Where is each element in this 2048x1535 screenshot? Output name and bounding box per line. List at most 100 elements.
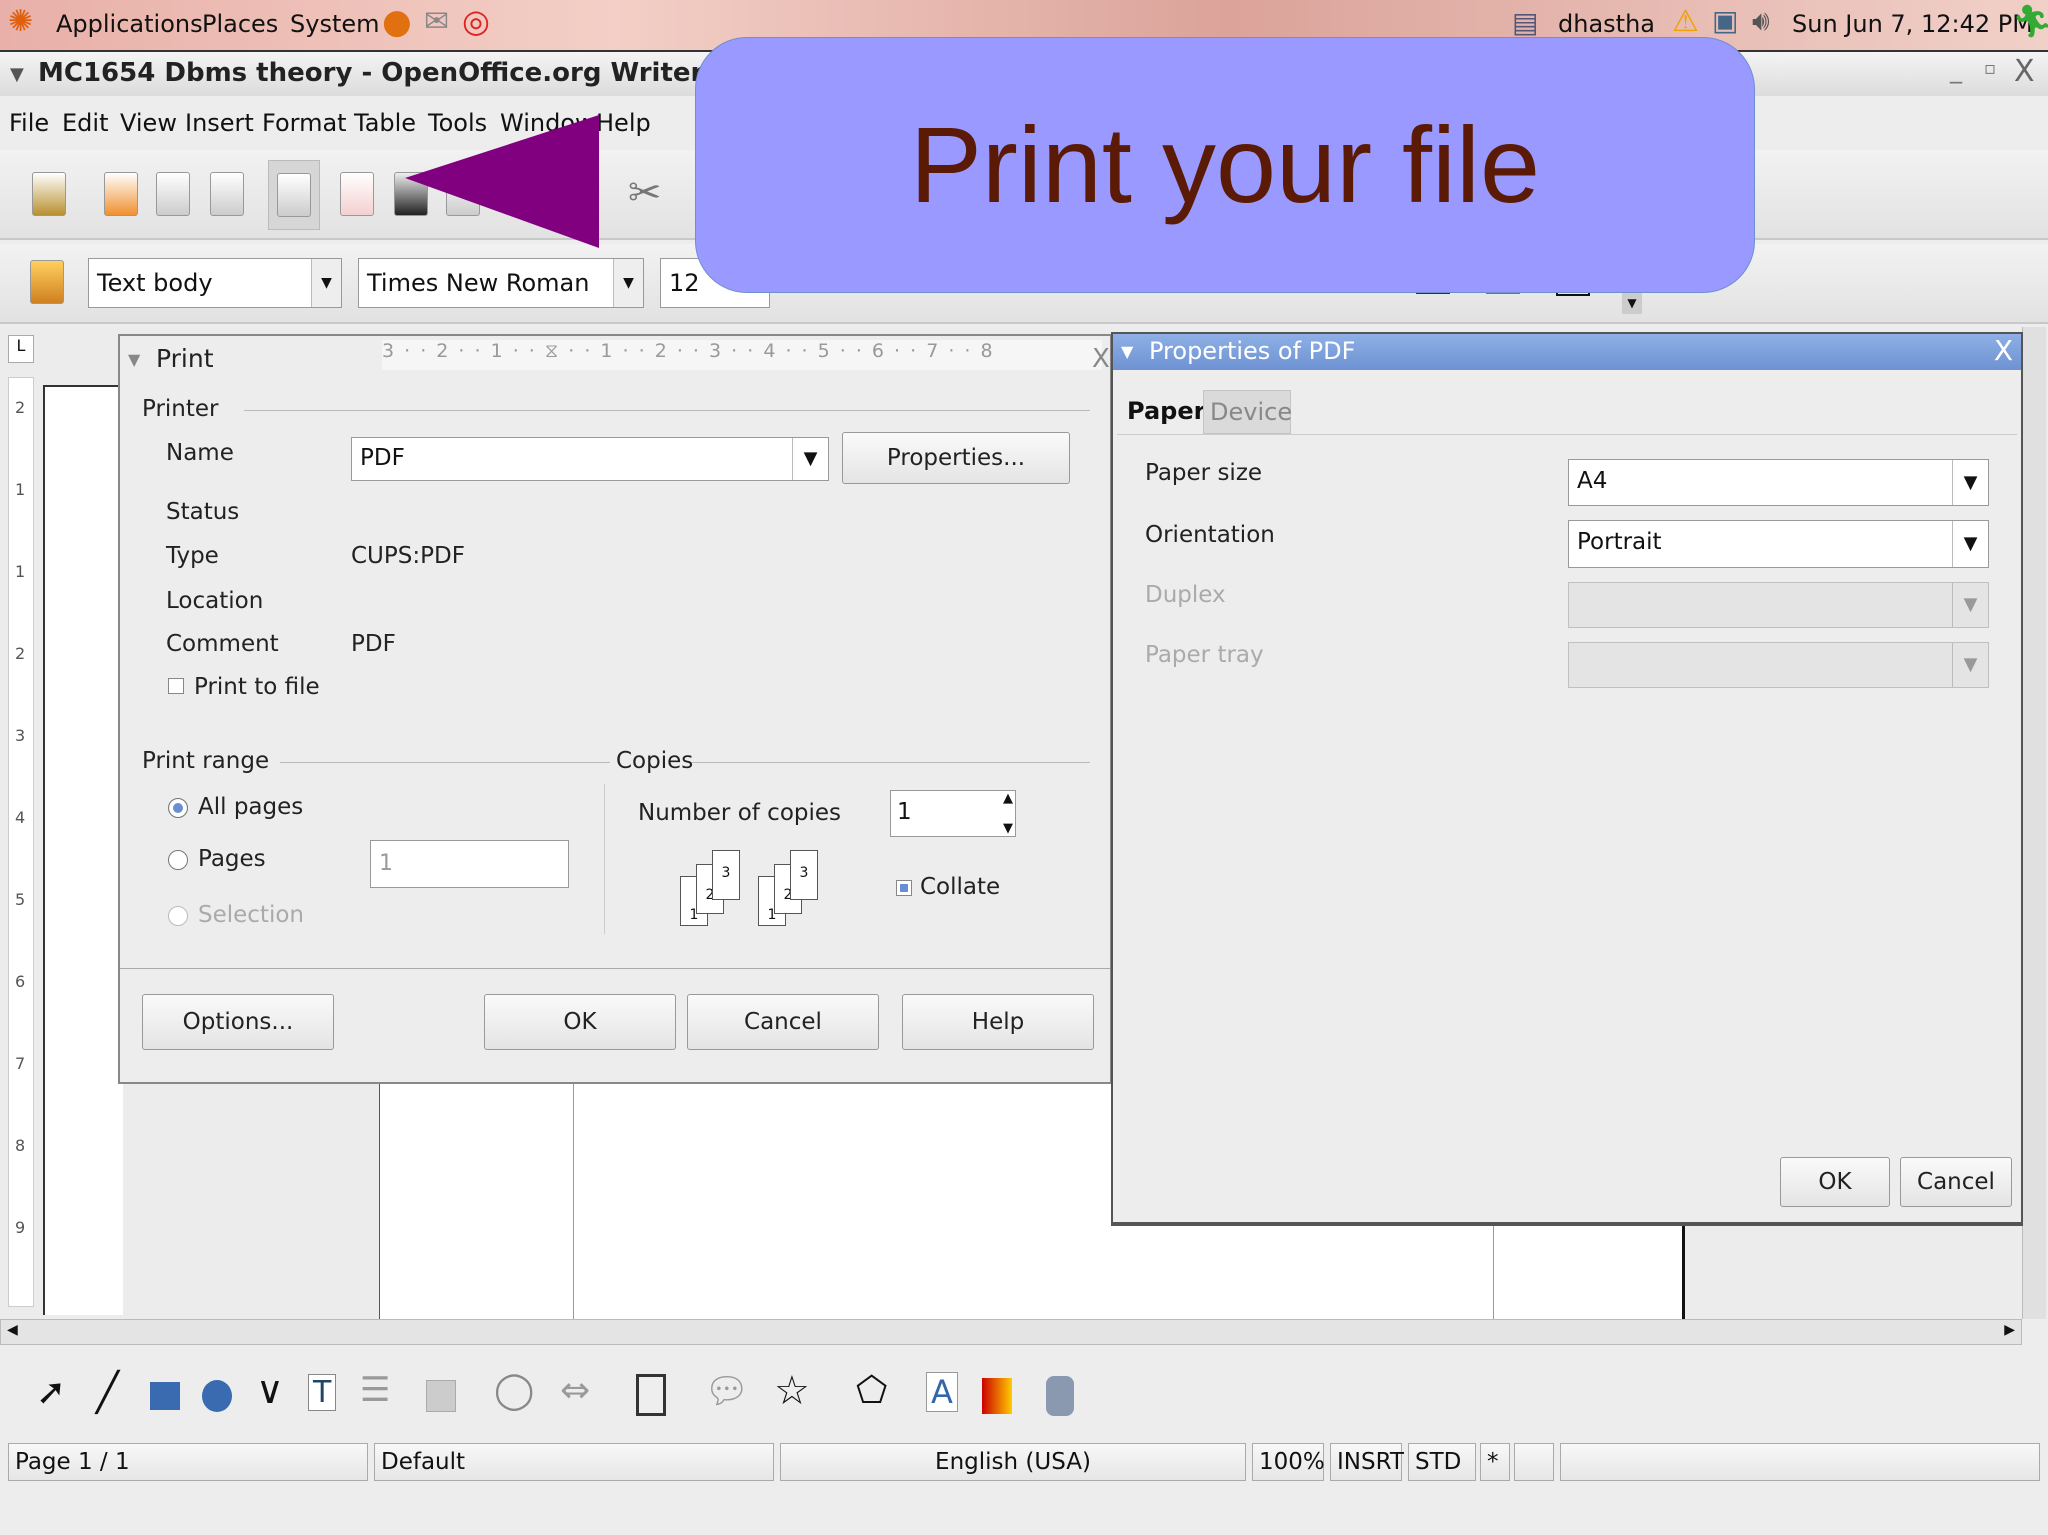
paper-size-select[interactable]: A4 ▼ (1568, 459, 1989, 506)
tab-paper[interactable]: Paper (1125, 390, 1205, 434)
ellipse-icon[interactable] (202, 1380, 232, 1412)
orientation-value: Portrait (1577, 529, 1662, 555)
rectangle-icon[interactable] (150, 1382, 180, 1410)
ruler-number: 1 (15, 562, 26, 581)
spin-down-icon[interactable]: ▼ (1003, 821, 1013, 836)
chevron-down-icon: ▼ (1952, 643, 1988, 687)
chevron-down-icon: ▼ (1952, 521, 1988, 567)
drawing-toolbar: ➚ ╱ ∨ T ☰ ◯ ⇔ 💬︎ ☆ ⬠ A (0, 1360, 1110, 1432)
select-arrow-icon[interactable]: ➚ (36, 1372, 66, 1413)
copies-spinbox[interactable]: 1 ▲ ▼ (890, 790, 1016, 837)
vertical-ruler: 2 1 1 2 3 4 5 6 7 8 9 (8, 377, 34, 1307)
print-range-label: Print range (142, 748, 270, 774)
status-signature[interactable] (1514, 1443, 1554, 1481)
horizontal-scrollbar[interactable]: ◀ ▶ (0, 1319, 2022, 1345)
status-label: Status (166, 499, 240, 525)
line-icon[interactable]: ╱ (96, 1370, 119, 1414)
ruler-number: 4 (15, 808, 26, 827)
ruler-number: 9 (15, 1218, 26, 1237)
symbol-shapes-icon[interactable]: ◯ (494, 1370, 534, 1411)
orientation-select[interactable]: Portrait ▼ (1568, 520, 1989, 568)
type-value: CUPS:PDF (351, 543, 465, 569)
duplex-select[interactable]: ▼ (1568, 582, 1989, 628)
print-to-file-label: Print to file (194, 674, 320, 700)
status-language[interactable]: English (USA) (780, 1443, 1246, 1481)
chevron-down-icon: ▼ (1952, 460, 1988, 505)
all-pages-radio[interactable] (168, 798, 188, 818)
status-page-style[interactable]: Default (374, 1443, 774, 1481)
paper-size-value: A4 (1577, 468, 1608, 494)
status-selection-mode[interactable]: STD (1408, 1443, 1476, 1481)
status-insert-mode[interactable]: INSRT (1330, 1443, 1404, 1481)
close-icon[interactable]: X (1994, 334, 2013, 367)
help-button[interactable]: Help (902, 994, 1094, 1050)
comment-value: PDF (351, 631, 396, 657)
ruler-number: 2 (15, 398, 26, 417)
vertical-scrollbar[interactable] (2022, 327, 2046, 1319)
ruler-number: 2 (15, 644, 26, 663)
properties-dialog-title: Properties of PDF (1149, 337, 1356, 365)
print-dialog-title: Print (156, 344, 214, 373)
block-arrows-icon[interactable]: ⇔ (560, 1370, 590, 1411)
cancel-button[interactable]: Cancel (687, 994, 879, 1050)
all-pages-label: All pages (198, 794, 304, 820)
orientation-label: Orientation (1145, 522, 1275, 548)
insert-image-icon[interactable] (982, 1378, 1012, 1414)
points-icon[interactable]: ⬠ (856, 1370, 887, 1411)
collate-pages-icon: 1 2 3 (758, 850, 824, 928)
pages-label: Pages (198, 846, 266, 872)
ruler-number: 5 (15, 890, 26, 909)
arrow-triangle (405, 115, 599, 248)
dialog-menu-icon[interactable]: ▼ (1121, 342, 1133, 361)
basic-shapes-icon[interactable] (426, 1380, 456, 1412)
status-zoom[interactable]: 100% (1252, 1443, 1325, 1481)
location-label: Location (166, 588, 264, 614)
collate-pages-icon: 1 2 3 (680, 850, 746, 928)
cancel-button[interactable]: Cancel (1900, 1157, 2012, 1207)
stars-icon[interactable]: ☆ (774, 1368, 810, 1414)
printer-name-value: PDF (360, 445, 405, 471)
flowcharts-icon[interactable] (636, 1374, 666, 1416)
extrusion-icon[interactable] (1046, 1376, 1074, 1416)
paper-tray-label: Paper tray (1145, 642, 1264, 668)
spin-up-icon[interactable]: ▲ (1003, 791, 1013, 806)
pages-input[interactable]: 1 (370, 840, 569, 888)
properties-button[interactable]: Properties... (842, 432, 1070, 484)
paper-size-label: Paper size (1145, 460, 1263, 486)
type-label: Type (166, 543, 219, 569)
fontwork-icon[interactable]: A (926, 1372, 958, 1412)
ok-button[interactable]: OK (1780, 1157, 1890, 1207)
ruler-number: 6 (15, 972, 26, 991)
print-to-file-checkbox[interactable] (168, 678, 184, 694)
properties-titlebar: ▼ Properties of PDF X (1113, 334, 2021, 370)
status-page[interactable]: Page 1 / 1 (8, 1443, 368, 1481)
copies-value: 1 (897, 799, 912, 825)
comment-label: Comment (166, 631, 279, 657)
options-button[interactable]: Options... (142, 994, 334, 1050)
callouts-icon[interactable]: ☰ (360, 1370, 390, 1410)
selection-radio[interactable] (168, 906, 188, 926)
ruler-number: 7 (15, 1054, 26, 1073)
page[interactable] (43, 385, 123, 1315)
tab-device[interactable]: Device (1203, 390, 1292, 434)
print-dialog: ▼ Print 3 · · 2 · · 1 · · ⧖ · · 1 · · 2 … (118, 334, 1112, 1084)
freeform-icon[interactable]: ∨ (256, 1368, 284, 1412)
scroll-left-icon[interactable]: ◀ (7, 1322, 18, 1338)
text-icon[interactable]: T (308, 1374, 337, 1411)
collate-checkbox[interactable] (896, 880, 912, 896)
printer-name-select[interactable]: PDF ▼ (351, 437, 829, 481)
paper-tray-select[interactable]: ▼ (1568, 642, 1989, 688)
properties-dialog: ▼ Properties of PDF X Paper Device Paper… (1111, 332, 2023, 1226)
dialog-menu-icon[interactable]: ▼ (128, 350, 140, 369)
selection-label: Selection (198, 902, 304, 928)
collate-label: Collate (920, 874, 1001, 900)
ruler-number: 8 (15, 1136, 26, 1155)
ok-button[interactable]: OK (484, 994, 676, 1050)
name-label: Name (166, 440, 234, 466)
close-icon[interactable]: X (1092, 344, 1110, 374)
scroll-right-icon[interactable]: ▶ (2004, 1322, 2015, 1338)
tab-stop-icon[interactable]: L (8, 335, 34, 363)
pages-radio[interactable] (168, 850, 188, 870)
chevron-down-icon: ▼ (1952, 583, 1988, 627)
callout-shapes-icon[interactable]: 💬︎ (704, 1370, 750, 1412)
